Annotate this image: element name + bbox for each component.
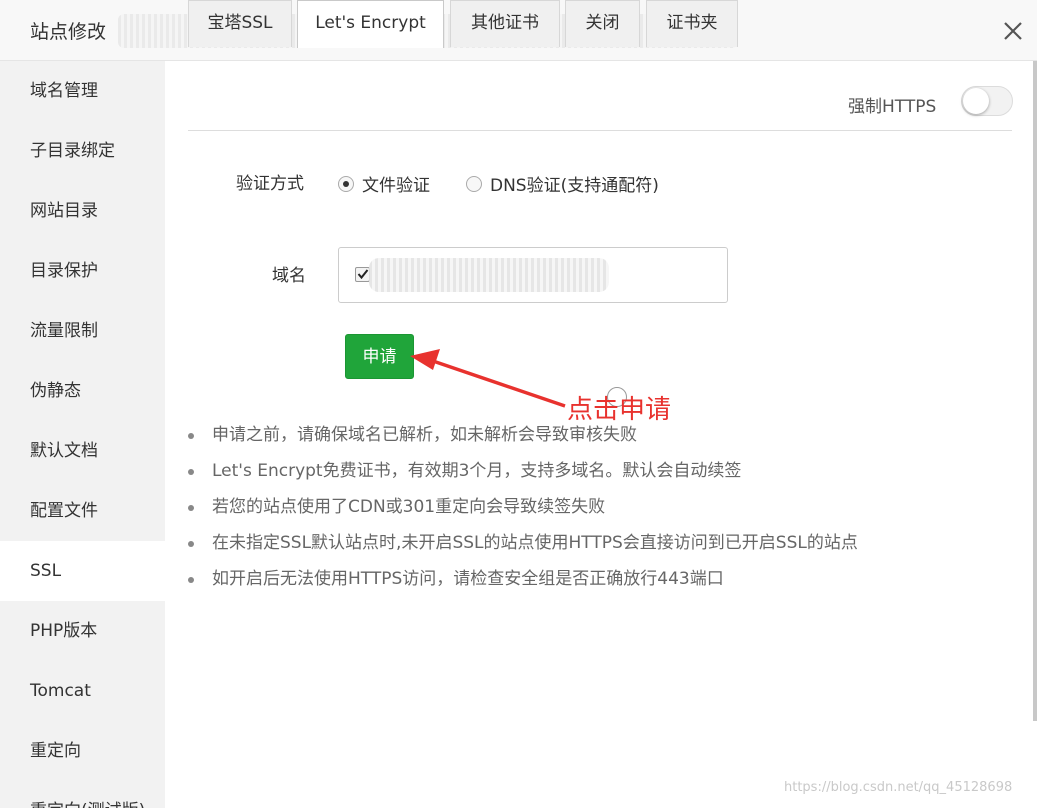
verify-method-label: 验证方式 (236, 174, 304, 194)
tab-divider (188, 130, 1012, 131)
list-item: 若您的站点使用了CDN或301重定向会导致续签失败 (188, 496, 858, 532)
tab-lets-encrypt[interactable]: Let's Encrypt (297, 0, 444, 48)
sidebar-item-php-version[interactable]: PHP版本 (0, 601, 165, 661)
close-icon (1004, 22, 1022, 40)
sidebar-item-tomcat[interactable]: Tomcat (0, 661, 165, 721)
checkmark-icon (357, 269, 369, 280)
radio-selected-icon (338, 175, 354, 192)
tab-close[interactable]: 关闭 (565, 0, 640, 47)
radio-file-verification[interactable]: 文件验证 (338, 171, 430, 196)
sidebar-item-default-document[interactable]: 默认文档 (0, 421, 165, 481)
sidebar-item-rewrite[interactable]: 伪静态 (0, 361, 165, 421)
close-button[interactable] (998, 16, 1028, 46)
sidebar-item-traffic-limit[interactable]: 流量限制 (0, 301, 165, 361)
sidebar-item-site-directory[interactable]: 网站目录 (0, 181, 165, 241)
force-https-label: 强制HTTPS (848, 97, 937, 117)
radio-dns-verification-label: DNS验证(支持通配符) (490, 176, 659, 196)
domain-checkbox[interactable] (355, 267, 370, 282)
sidebar-item-domain-management[interactable]: 域名管理 (0, 61, 165, 121)
tab-certificate-folder[interactable]: 证书夹 (646, 0, 738, 47)
sidebar-item-redirect-beta[interactable]: 重定向(测试版) (0, 781, 165, 808)
list-item: 在未指定SSL默认站点时,未开启SSL的站点使用HTTPS会直接访问到已开启SS… (188, 532, 858, 568)
sidebar: 域名管理 子目录绑定 网站目录 目录保护 流量限制 伪静态 默认文档 配置文件 … (0, 61, 165, 808)
list-item: Let's Encrypt免费证书，有效期3个月，支持多域名。默认会自动续签 (188, 460, 858, 496)
domain-list-box (338, 247, 728, 303)
radio-file-verification-label: 文件验证 (362, 176, 430, 196)
watermark: https://blog.csdn.net/qq_45128698 (784, 780, 1013, 795)
toggle-knob (963, 88, 989, 114)
sidebar-item-config-file[interactable]: 配置文件 (0, 481, 165, 541)
sidebar-item-directory-protection[interactable]: 目录保护 (0, 241, 165, 301)
sidebar-item-redirect[interactable]: 重定向 (0, 721, 165, 781)
annotation-arrow-icon (410, 349, 566, 408)
help-notes-list: 申请之前，请确保域名已解析，如未解析会导致审核失败 Let's Encrypt免… (188, 424, 858, 604)
force-https-toggle[interactable] (961, 86, 1013, 116)
radio-unselected-icon (466, 175, 482, 192)
list-item: 如开启后无法使用HTTPS访问，请检查安全组是否正确放行443端口 (188, 568, 858, 604)
radio-dns-verification[interactable]: DNS验证(支持通配符) (466, 171, 659, 196)
sidebar-item-subdirectory-binding[interactable]: 子目录绑定 (0, 121, 165, 181)
redacted-domain-name (369, 258, 609, 292)
annotation-text: 点击申请 (567, 395, 672, 425)
domain-label: 域名 (272, 266, 306, 286)
scrollbar[interactable] (1033, 61, 1037, 721)
list-item: 申请之前，请确保域名已解析，如未解析会导致审核失败 (188, 424, 858, 460)
window-title: 站点修改 (30, 21, 107, 43)
sidebar-item-ssl[interactable]: SSL (0, 541, 165, 601)
tab-other-certificate[interactable]: 其他证书 (450, 0, 560, 47)
tab-baota-ssl[interactable]: 宝塔SSL (188, 0, 292, 47)
